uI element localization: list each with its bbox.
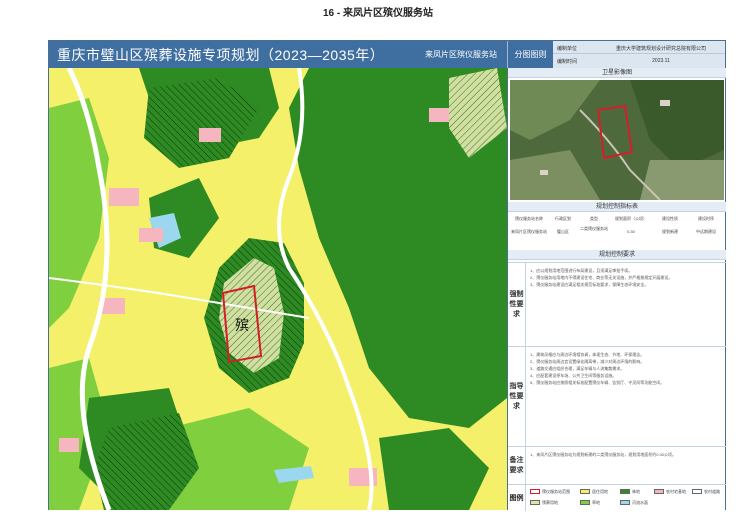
legend-text: 居住用地	[592, 489, 608, 494]
legend-swatch	[620, 489, 630, 495]
legend-item: 农村道路	[692, 489, 720, 495]
sheet-type: 分图图则	[507, 41, 553, 68]
legend-item: 殡仪服务站范围	[530, 489, 570, 495]
village-plot	[429, 108, 449, 122]
note-text: 1、来凤片区殡仪服务站为规划新建的二类殡仪服务站，规划用地面积约0.30公顷。	[530, 451, 722, 458]
requirement-item: 4、应配套建设停车场、公共卫生间等服务设施。	[530, 373, 617, 378]
legend-swatch	[580, 500, 590, 506]
guiding-text: 1、建筑风格应与周边环境相协调，体现生态、节地、环保理念。 2、殡仪服务站周边宜…	[530, 351, 722, 386]
table-header: 规划面积（公顷）	[615, 216, 647, 221]
legend-text: 农村道路	[704, 489, 720, 494]
legend-item: 农村宅基地	[654, 489, 686, 495]
legend-swatch	[530, 489, 540, 495]
plan-sheet: 重庆市璧山区殡葬设施专项规划（2023—2035年） 来凤片区殡仪服务站 分图图…	[48, 40, 726, 511]
requirement-item: 1、应以规划用地范围进行布局建设，且须满足审批手续。	[530, 268, 633, 273]
meta-value: 重庆大学建筑规划设计研究总院有限公司	[615, 46, 706, 52]
info-panel: 卫星影像图 规划控制指标表 殡仪服务站名称 行政区划 类型 规划面积（公顷） 建…	[507, 68, 726, 511]
map-canvas: 殡	[49, 68, 507, 510]
guiding-label: 指导性要求	[508, 347, 526, 446]
satellite-canvas	[510, 80, 724, 200]
forest-zone	[379, 428, 489, 510]
table-cell: 来凤片区殡仪服务站	[511, 229, 547, 234]
legend: 图例 殡仪服务站范围 居住用地 林地 农村宅基地 农村道路 殡葬用地 草地 河流…	[508, 484, 726, 511]
legend-item: 林地	[620, 489, 640, 495]
meta-value: 2023.11	[652, 58, 670, 64]
control-title: 规划控制指标表	[508, 202, 726, 212]
requirement-item: 2、殡仪服务站周边宜设置绿化隔离带，减少对周边环境的影响。	[530, 359, 645, 364]
mandatory-text: 1、应以规划用地范围进行布局建设，且须满足审批手续。 2、殡仪服务站用地内不得建…	[530, 267, 722, 288]
station-name: 来凤片区殡仪服务站	[425, 50, 497, 59]
requirement-item: 3、道路交通应组织合理，满足车辆与人流集散需求。	[530, 366, 625, 371]
guiding-requirements: 指导性要求 1、建筑风格应与周边环境相协调，体现生态、节地、环保理念。 2、殡仪…	[508, 346, 726, 446]
facility-label: 殡	[235, 318, 249, 334]
legend-text: 河流水面	[632, 500, 648, 505]
table-cell: 二类殡仪服务站	[580, 226, 608, 231]
green-zone	[49, 98, 109, 328]
satellite-title: 卫星影像图	[508, 68, 726, 78]
table-header: 建设时序	[698, 216, 714, 221]
note-requirements: 备注要求 1、来凤片区殡仪服务站为规划新建的二类殡仪服务站，规划用地面积约0.3…	[508, 446, 726, 484]
village-plot	[109, 188, 139, 206]
requirements-title: 规划控制要求	[508, 250, 726, 260]
village-plot	[139, 228, 163, 242]
mandatory-label: 强制性要求	[508, 263, 526, 346]
legend-swatch	[580, 489, 590, 495]
requirement-item: 2、殡仪服务站用地内不得建设住宅、商业等无关设施，并严格按规定开展建设。	[530, 275, 673, 280]
legend-swatch	[620, 500, 630, 506]
meta-table: 编制单位 重庆大学建筑规划设计研究总院有限公司 编制时间 2023.11	[553, 41, 725, 68]
legend-item: 河流水面	[620, 500, 648, 506]
table-header: 行政区划	[555, 216, 571, 221]
table-cell: 规划新建	[662, 229, 678, 234]
legend-swatch	[530, 500, 540, 506]
mandatory-requirements: 强制性要求 1、应以规划用地范围进行布局建设，且须满足审批手续。 2、殡仪服务站…	[508, 262, 726, 346]
legend-item: 居住用地	[580, 489, 608, 495]
satellite-image	[510, 80, 724, 200]
legend-text: 草地	[592, 500, 600, 505]
table-cell: 璧山区	[557, 229, 569, 234]
note-label: 备注要求	[508, 447, 526, 484]
legend-label: 图例	[508, 485, 526, 511]
legend-swatch	[654, 489, 664, 495]
table-header: 建设性质	[662, 216, 678, 221]
meta-row: 编制单位 重庆大学建筑规划设计研究总院有限公司	[553, 41, 725, 54]
sheet-header: 重庆市璧山区殡葬设施专项规划（2023—2035年） 来凤片区殡仪服务站 分图图…	[49, 41, 725, 68]
table-cell: 0.30	[627, 229, 635, 234]
requirement-item: 1、建筑风格应与周边环境相协调，体现生态、节地、环保理念。	[530, 352, 645, 357]
table-header: 类型	[590, 216, 598, 221]
meta-key: 编制时间	[557, 59, 578, 65]
control-table: 殡仪服务站名称 行政区划 类型 规划面积（公顷） 建设性质 建设时序 来凤片区殡…	[510, 214, 724, 240]
meta-key: 编制单位	[557, 46, 578, 52]
legend-swatch	[692, 489, 702, 495]
legend-text: 殡葬用地	[542, 500, 558, 505]
requirement-item: 5、殡仪服务站应按照相关标准配置殡仪车辆、告别厅、守灵间等功能空间。	[530, 380, 665, 385]
legend-text: 农村宅基地	[666, 489, 686, 494]
village-plot	[199, 128, 221, 142]
legend-item: 殡葬用地	[530, 500, 558, 506]
requirement-item: 3、殡仪服务站建设应满足相关规范标准要求，保障生态环境安全。	[530, 282, 649, 287]
legend-item: 草地	[580, 500, 600, 506]
table-cell: 中远期建设	[696, 229, 716, 234]
land-use-map[interactable]: 殡 0 25 50 100 150 200 m	[49, 68, 507, 510]
requirement-item: 1、来凤片区殡仪服务站为规划新建的二类殡仪服务站，规划用地面积约0.30公顷。	[530, 452, 677, 457]
legend-text: 林地	[632, 489, 640, 494]
plan-title: 重庆市璧山区殡葬设施专项规划（2023—2035年）	[57, 47, 385, 63]
legend-text: 殡仪服务站范围	[542, 489, 570, 494]
meta-row: 编制时间 2023.11	[553, 54, 725, 67]
table-header: 殡仪服务站名称	[515, 216, 543, 221]
page-heading: 16 - 来凤片区殡仪服务站	[322, 8, 433, 19]
village-plot	[59, 438, 79, 452]
